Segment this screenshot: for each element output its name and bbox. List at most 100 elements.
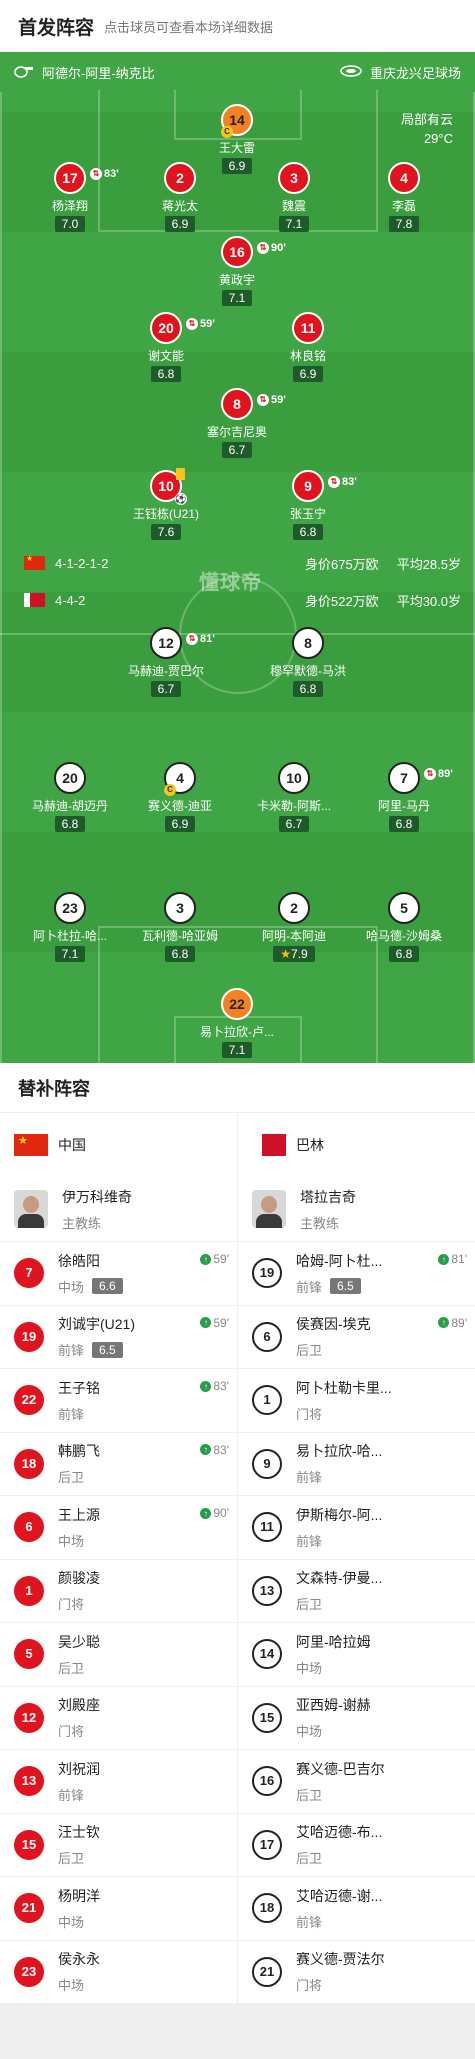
sub-minute: 81' <box>200 633 215 645</box>
player-number: 20 ⇅ 59' <box>150 312 215 344</box>
sub-player-row[interactable]: 12 刘殿座 门将 <box>0 1685 237 1750</box>
sub-player-number: 17 <box>252 1829 282 1860</box>
sub-player-name: 艾哈迈德-布... <box>296 1824 383 1841</box>
sub-player-name: 汪士钦 <box>58 1824 100 1841</box>
sub-player-row[interactable]: 21 杨明洋 中场 <box>0 1876 237 1940</box>
player-number: 10 ⚽ <box>150 468 187 505</box>
player-number: 8 ⇅ 59' <box>221 388 286 420</box>
sub-player-row[interactable]: 13 刘祝润 前锋 <box>0 1749 237 1813</box>
sub-player-row[interactable]: 23 侯永永 中场 <box>0 1939 237 2004</box>
sub-player-position: 前锋 <box>58 1787 85 1803</box>
away-player[interactable]: 23 阿卜杜拉-哈... 7.1 <box>10 892 130 963</box>
away-player[interactable]: 2 阿明-本阿迪 ★7.9 <box>234 892 354 963</box>
sub-player-number: 5 <box>14 1639 44 1670</box>
player-name: 魏震 <box>281 199 306 213</box>
player-number: 4C <box>164 762 196 796</box>
sub-player-row[interactable]: 14 阿里-哈拉姆 中场 <box>238 1622 475 1686</box>
home-player[interactable]: 4 李磊 7.8 <box>344 162 464 233</box>
away-player[interactable]: 12 ⇅ 81' 马赫迪-贾巴尔 6.7 <box>106 627 226 698</box>
player-number: 11 <box>292 312 324 344</box>
away-coach[interactable]: 塔拉吉奇 主教练 <box>238 1177 475 1241</box>
away-player[interactable]: 8 穆罕默德-马洪 6.8 <box>248 627 368 698</box>
sub-player-row[interactable]: 1 阿卜杜勒卡里... 门将 <box>238 1368 475 1432</box>
sub-player-row[interactable]: 17 艾哈迈德-布... 后卫 <box>238 1812 475 1877</box>
home-coach[interactable]: 伊万科维奇 主教练 <box>0 1177 237 1241</box>
player-rating: 6.8 <box>292 524 324 540</box>
sub-player-row[interactable]: 22 王子铭 前锋 ↑ 83' <box>0 1368 237 1432</box>
venue-name: 重庆龙兴足球场 <box>369 65 461 81</box>
away-player[interactable]: 10 卡米勒-阿斯... 6.7 <box>234 762 354 833</box>
player-rating: 7.1 <box>221 1042 253 1058</box>
sub-player-name: 侯赛因-埃克 <box>296 1316 371 1333</box>
sub-player-number: 22 <box>14 1385 44 1416</box>
player-rating: 6.9 <box>164 216 196 232</box>
sub-player-row[interactable]: 13 文森特-伊曼... 后卫 <box>238 1558 475 1623</box>
sub-player-rating: 6.6 <box>92 1278 123 1295</box>
lineup-title: 首发阵容 <box>18 17 95 39</box>
player-number: 3 <box>164 892 196 924</box>
home-player[interactable]: 17 ⇅ 83' 杨泽翔 7.0 <box>10 162 130 233</box>
sub-in-icon: ↑ <box>200 1507 212 1519</box>
home-player[interactable]: 2 蒋光太 6.9 <box>120 162 240 233</box>
sub-player-row[interactable]: 16 赛义德-巴吉尔 后卫 <box>238 1749 475 1813</box>
player-number: 9 ⇅ 83' <box>292 470 357 502</box>
sub-player-number: 21 <box>14 1893 44 1924</box>
sub-player-row[interactable]: 6 侯赛因-埃克 后卫 ↑ 89' <box>238 1304 475 1369</box>
sub-player-position: 中场 <box>58 1279 85 1295</box>
sub-player-row[interactable]: 6 王上源 中场 ↑ 90' <box>0 1495 237 1559</box>
player-number: 4 <box>388 162 420 194</box>
page-footer <box>0 2003 475 2059</box>
home-age: 平均28.5岁 <box>396 556 461 572</box>
player-rating: 7.6 <box>150 524 182 540</box>
sub-player-row[interactable]: 18 艾哈迈德-谢... 前锋 <box>238 1876 475 1940</box>
home-player[interactable]: 16 ⇅ 90' 黄政宇 7.1 <box>177 236 297 307</box>
sub-in-indicator: ↑ 81' <box>438 1252 467 1266</box>
sub-player-row[interactable]: 7 徐皓阳 中场 6.6 ↑ 59' <box>0 1241 237 1305</box>
player-number: 12 ⇅ 81' <box>150 627 215 659</box>
away-team-row: 4-4-2 身价522万欧 平均30.0岁 <box>0 588 475 612</box>
home-player[interactable]: 8 ⇅ 59' 塞尔吉尼奥 6.7 <box>177 388 297 459</box>
sub-player-row[interactable]: 18 韩鹏飞 后卫 ↑ 83' <box>0 1431 237 1496</box>
sub-player-position: 后卫 <box>296 1851 323 1867</box>
sub-player-position: 前锋 <box>296 1279 323 1295</box>
away-player[interactable]: 4C 赛义德-迪亚 6.9 <box>120 762 240 833</box>
player-name: 瓦利德-哈亚姆 <box>142 929 218 943</box>
player-name: 阿明-本阿迪 <box>262 929 326 943</box>
sub-in-icon: ↑ <box>200 1380 212 1392</box>
player-rating: 7.1 <box>54 946 86 962</box>
sub-player-row[interactable]: 5 吴少聪 后卫 <box>0 1622 237 1686</box>
coach-role: 主教练 <box>62 1215 102 1231</box>
home-player[interactable]: 20 ⇅ 59' 谢文能 6.8 <box>106 312 226 383</box>
away-player[interactable]: 5 哈马德-沙姆桑 6.8 <box>344 892 464 963</box>
substitutes-title: 替补阵容 <box>0 1063 475 1113</box>
sub-player-row[interactable]: 9 易卜拉欣-哈... 前锋 <box>238 1431 475 1496</box>
sub-player-row[interactable]: 15 汪士钦 后卫 <box>0 1812 237 1877</box>
away-player[interactable]: 7 ⇅ 89' 阿里-马丹 6.8 <box>344 762 464 833</box>
pitch: 阿德尔-阿里-纳克比 重庆龙兴足球场 局部有云 29°C 懂球帝 14 C 王大雷… <box>0 52 475 1063</box>
home-player[interactable]: 11 林良铭 6.9 <box>248 312 368 383</box>
away-player-gk[interactable]: 22 易卜拉欣-卢... 7.1 <box>177 988 297 1059</box>
sub-player-name: 颜骏凌 <box>58 1570 100 1587</box>
home-player[interactable]: 9 ⇅ 83' 张玉宁 6.8 <box>248 470 368 541</box>
sub-player-position: 后卫 <box>58 1470 85 1486</box>
sub-player-row[interactable]: 19 哈姆-阿卜杜... 前锋 6.5 ↑ 81' <box>238 1241 475 1305</box>
sub-player-row[interactable]: 19 刘诚宇(U21) 前锋 6.5 ↑ 59' <box>0 1304 237 1369</box>
away-player[interactable]: 20 马赫迪-胡迈丹 6.8 <box>10 762 130 833</box>
sub-minute: 90' <box>271 242 286 254</box>
sub-player-number: 13 <box>252 1575 282 1606</box>
player-rating: 6.7 <box>150 681 182 697</box>
home-player[interactable]: 10 ⚽ 王钰栋(U21) 7.6 <box>106 468 226 541</box>
sub-player-number: 13 <box>14 1766 44 1797</box>
sub-player-row[interactable]: 1 颜骏凌 门将 <box>0 1558 237 1623</box>
goal-ball-icon: ⚽ <box>175 493 187 505</box>
sub-player-row[interactable]: 11 伊斯梅尔-阿... 前锋 <box>238 1495 475 1559</box>
away-age: 平均30.0岁 <box>396 593 461 609</box>
sub-player-row[interactable]: 15 亚西姆-谢赫 中场 <box>238 1685 475 1750</box>
sub-player-name: 王上源 <box>58 1506 100 1523</box>
away-player[interactable]: 3 瓦利德-哈亚姆 6.8 <box>120 892 240 963</box>
sub-player-row[interactable]: 21 赛义德-贾法尔 门将 <box>238 1939 475 2004</box>
player-number: 3 <box>278 162 310 194</box>
sub-minute: 59' <box>200 318 215 330</box>
player-name: 卡米勒-阿斯... <box>257 799 331 813</box>
home-player[interactable]: 3 魏震 7.1 <box>234 162 354 233</box>
